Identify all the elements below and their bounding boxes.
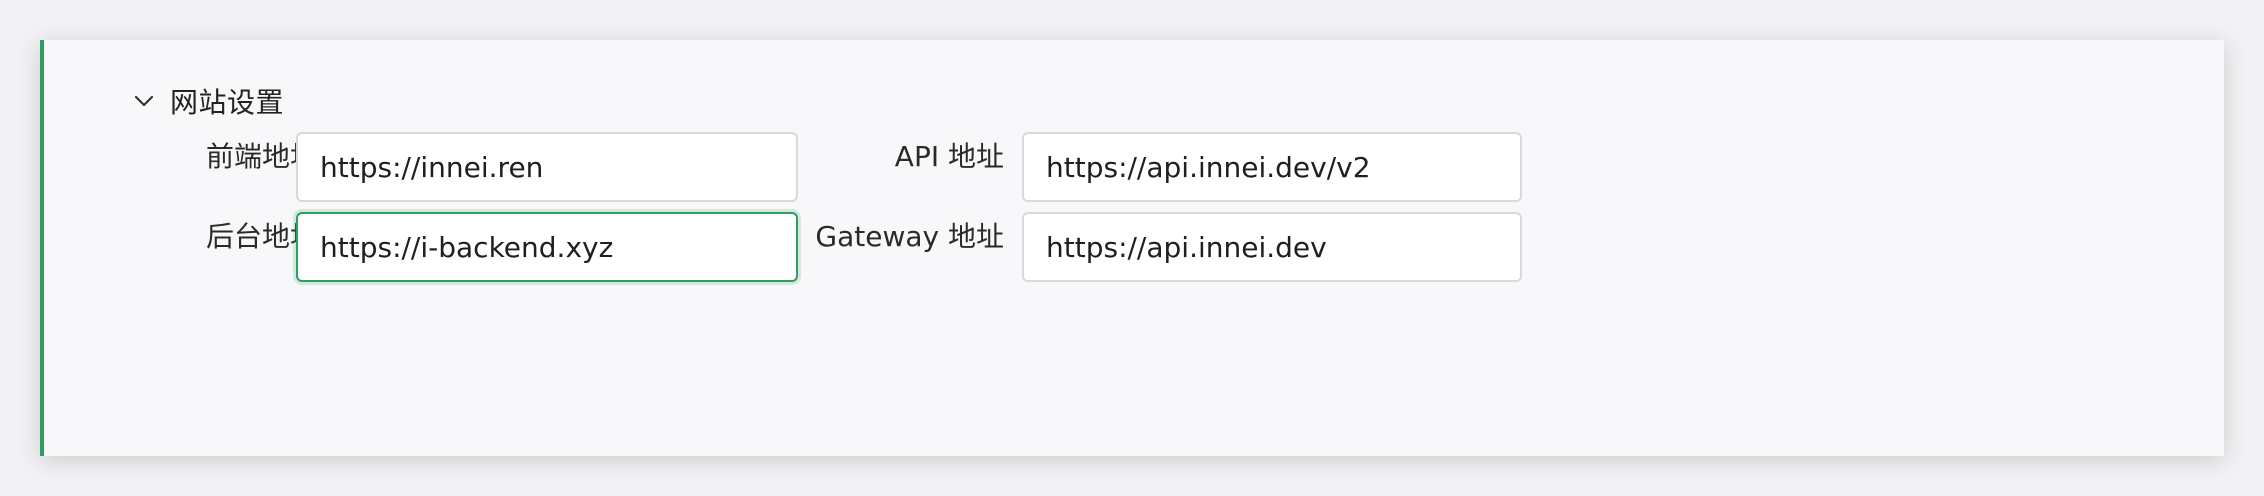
accent-bar (40, 40, 44, 456)
gateway-url-input[interactable] (1022, 212, 1522, 282)
frontend-url-input[interactable] (296, 132, 798, 202)
gateway-url-label: Gateway 地址 (815, 220, 1004, 253)
section-header-toggle[interactable]: 网站设置 (132, 76, 284, 126)
settings-card: 网站设置 前端地址 后台地址 API 地址 Gateway 地址 (40, 40, 2224, 456)
frontend-url-label: 前端地址 (205, 140, 318, 173)
chevron-down-icon (134, 95, 154, 107)
section-title: 网站设置 (170, 86, 285, 119)
api-url-label: API 地址 (894, 140, 1004, 173)
api-url-input[interactable] (1022, 132, 1522, 202)
backend-url-input[interactable] (296, 212, 798, 282)
backend-url-label: 后台地址 (205, 220, 318, 253)
